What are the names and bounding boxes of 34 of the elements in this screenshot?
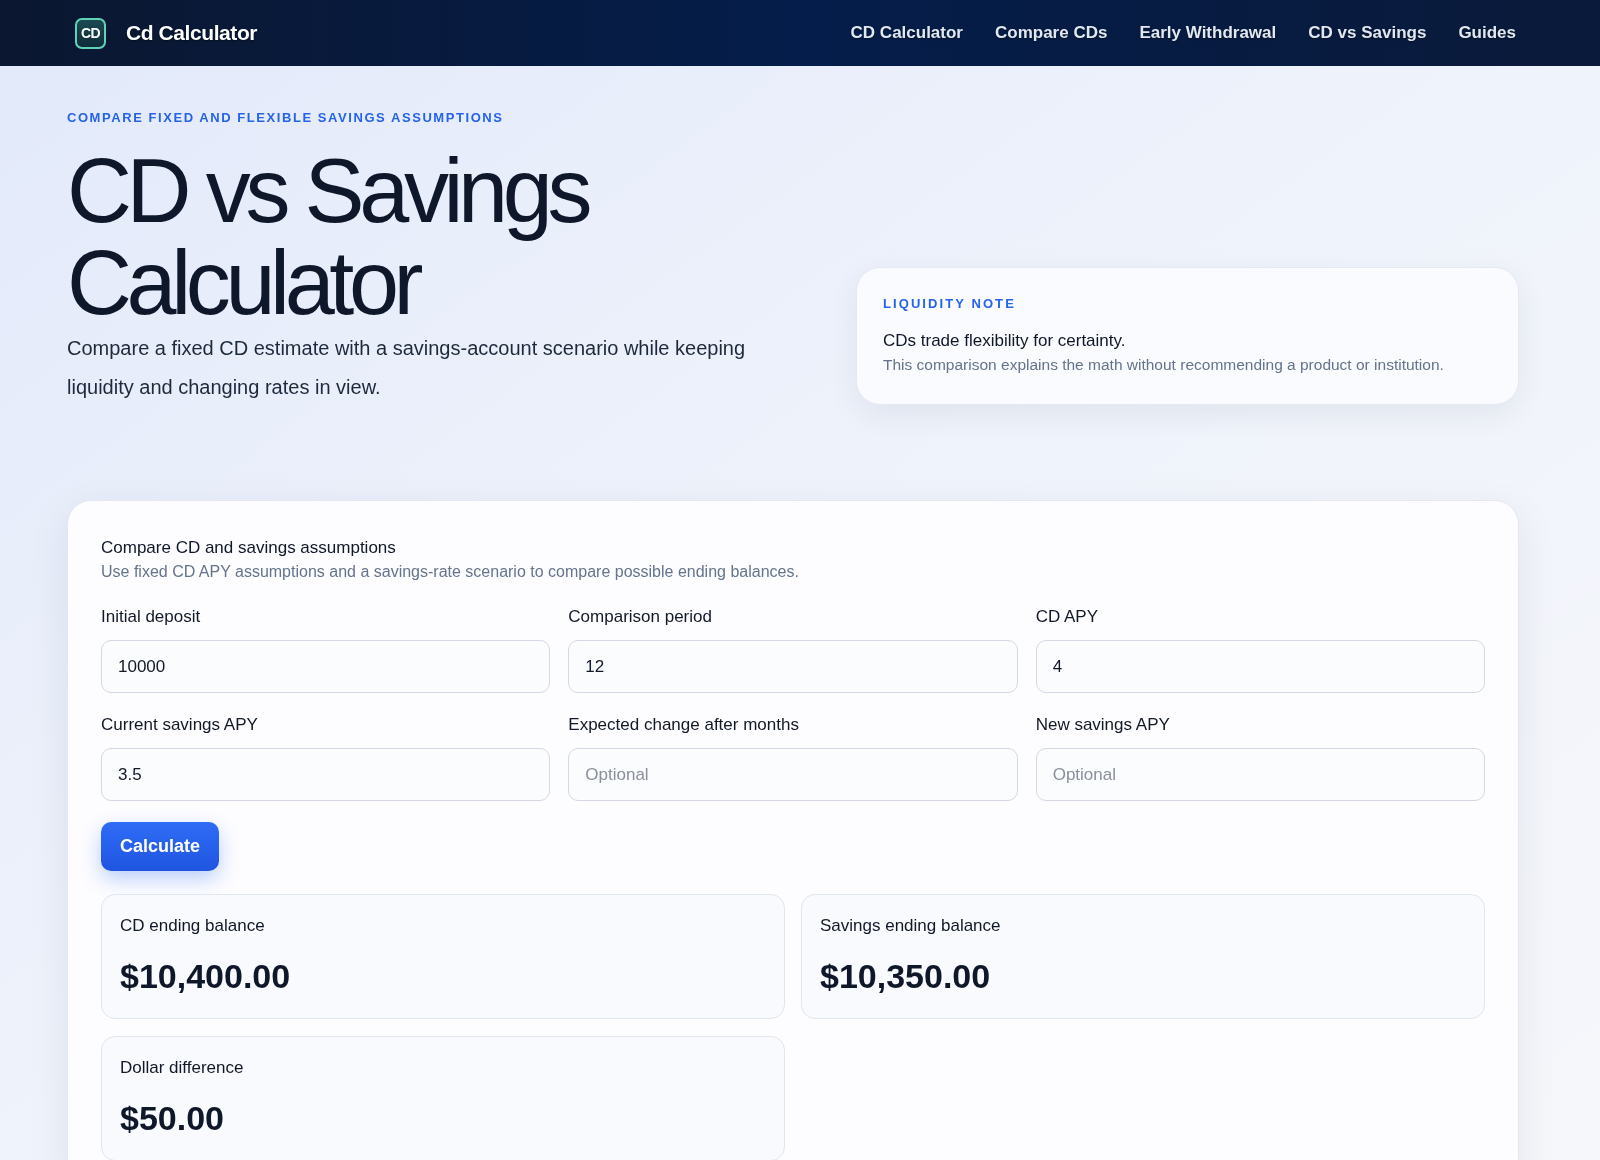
result-value: $10,400.00	[120, 956, 292, 996]
result-value: $50.00	[120, 1098, 225, 1138]
nav-link[interactable]: CD Calculator	[850, 21, 963, 45]
input-field[interactable]: 3.5	[101, 748, 551, 801]
result-label: CD ending balance	[120, 915, 266, 937]
input-field[interactable]: 12	[568, 640, 1018, 693]
result-value: $10,350.00	[820, 956, 992, 996]
page-title: CD vs Savings Calculator	[67, 145, 589, 329]
calculator-title: Compare CD and savings assumptions	[101, 537, 397, 559]
field-label: Initial deposit	[101, 606, 202, 628]
field-label: New savings APY	[1035, 714, 1171, 736]
input-field[interactable]: 10000	[101, 640, 551, 693]
nav-link[interactable]: Guides	[1458, 21, 1516, 45]
page-description: Compare a fixed CD estimate with a savings-account scenario while keeping liquidity and changing rates in view.	[67, 336, 747, 400]
note-headline: CDs trade flexibility for certainty.	[883, 330, 1127, 352]
nav-link[interactable]: Early Withdrawal	[1139, 21, 1277, 45]
calculate-button[interactable]: Calculate	[101, 822, 220, 871]
eyebrow-label: COMPARE FIXED AND FLEXIBLE SAVINGS ASSUMPTIONS	[67, 109, 505, 127]
input-field[interactable]: 4	[1035, 640, 1485, 693]
result-label: Savings ending balance	[820, 915, 1002, 937]
input-field[interactable]: Optional	[568, 748, 1018, 801]
nav-link[interactable]: CD vs Savings	[1308, 21, 1427, 45]
field-label: CD APY	[1035, 606, 1099, 628]
field-label: Comparison period	[568, 606, 713, 628]
note-body: This comparison explains the math without recommending a product or institution.	[883, 355, 1445, 375]
brand-logo[interactable]: CD	[75, 17, 106, 49]
field-label: Current savings APY	[101, 714, 259, 736]
result-label: Dollar difference	[120, 1057, 245, 1079]
brand-name[interactable]: Cd Calculator	[126, 19, 258, 47]
nav-link[interactable]: Compare CDs	[995, 21, 1108, 45]
note-eyebrow: LIQUIDITY NOTE	[883, 295, 1017, 313]
field-label: Expected change after months	[568, 714, 800, 736]
calculator-subtitle: Use fixed CD APY assumptions and a savings-rate scenario to compare possible ending balances.	[101, 562, 800, 582]
input-field[interactable]: Optional	[1035, 748, 1485, 801]
